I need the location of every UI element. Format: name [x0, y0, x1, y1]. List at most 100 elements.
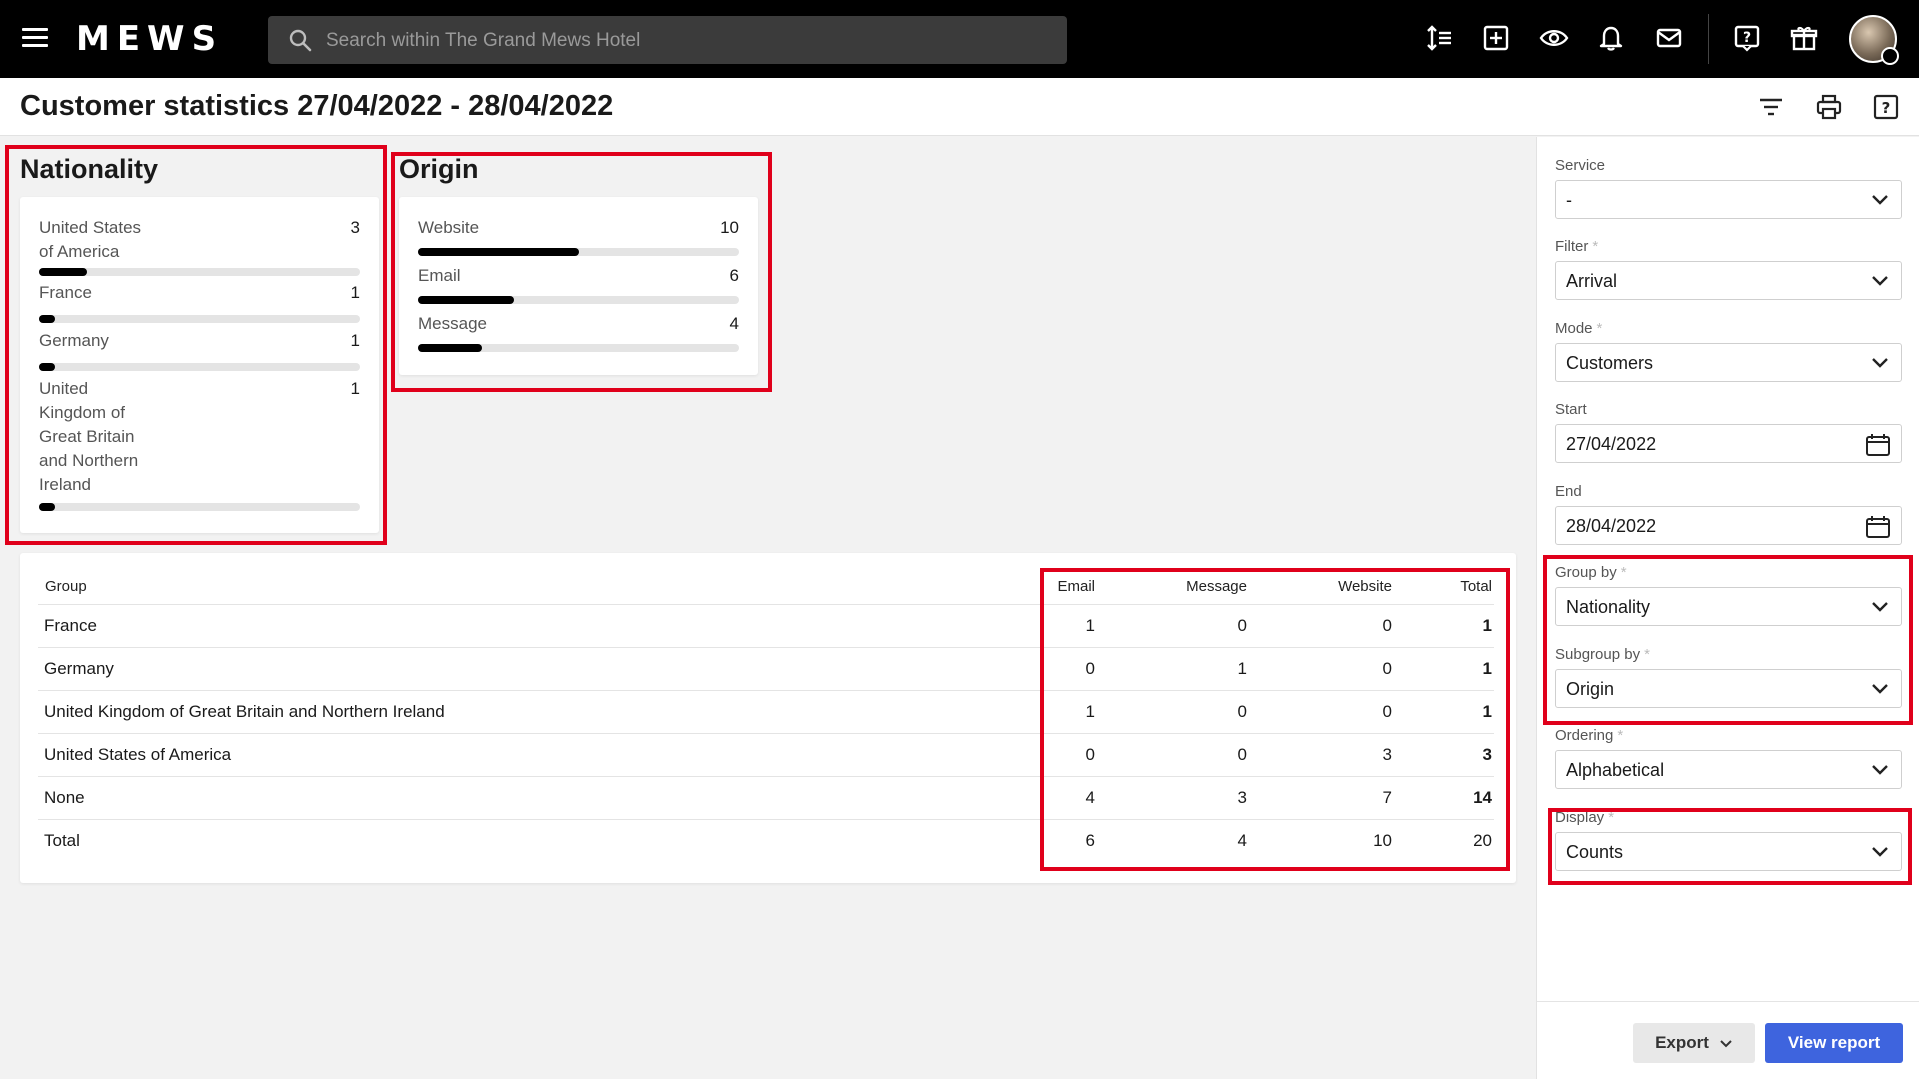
cell-group: United Kingdom of Great Britain and Nort… — [44, 702, 445, 721]
eye-icon[interactable] — [1538, 22, 1570, 54]
nationality-bar — [39, 315, 360, 323]
ordering-label: Ordering * — [1555, 727, 1624, 744]
origin-item: Message 4 — [418, 312, 739, 352]
nationality-label: United Kingdom of Great Britain and Nort… — [39, 379, 139, 494]
avatar[interactable] — [1849, 15, 1899, 65]
chevron-down-icon — [1720, 1040, 1732, 1048]
report-settings-panel: Service - Filter * Arrival Mode * Customer… — [1536, 137, 1919, 1079]
service-label: Service — [1555, 157, 1606, 174]
origin-label: Message — [418, 314, 487, 333]
cell-website: 0 — [1382, 702, 1392, 721]
cell-website: 0 — [1382, 659, 1392, 678]
chevron-down-icon — [1872, 684, 1888, 694]
column-header-website: Website — [1338, 578, 1392, 595]
mode-label: Mode * — [1555, 320, 1603, 337]
group-by-select[interactable]: Nationality — [1555, 587, 1902, 626]
origin-value: 10 — [720, 218, 739, 237]
table-row: United States of America 0 0 3 3 — [38, 733, 1494, 776]
origin-value: 6 — [729, 266, 739, 285]
menu-icon[interactable] — [22, 28, 48, 48]
nationality-title: Nationality — [20, 154, 159, 184]
origin-bar — [418, 248, 739, 256]
export-label: Export — [1655, 1033, 1709, 1052]
cell-group: Total — [44, 831, 80, 850]
cell-website: 7 — [1382, 788, 1392, 807]
chevron-down-icon — [1872, 847, 1888, 857]
cell-group: Germany — [44, 659, 114, 678]
cell-total: 1 — [1482, 616, 1492, 635]
nationality-item: Germany 1 — [39, 329, 360, 371]
table-row: France 1 0 0 1 — [38, 604, 1494, 647]
origin-label: Website — [418, 218, 480, 237]
origin-title: Origin — [399, 154, 479, 184]
nationality-bar — [39, 363, 360, 371]
gift-icon[interactable] — [1788, 22, 1820, 54]
chevron-down-icon — [1872, 276, 1888, 286]
origin-bar-fill — [418, 344, 483, 352]
page-title: Customer statistics 27/04/2022 - 28/04/2… — [20, 90, 614, 122]
sort-icon[interactable] — [1423, 22, 1455, 54]
cell-group: France — [44, 616, 97, 635]
calendar-icon[interactable] — [1865, 515, 1891, 539]
subgroup-by-select[interactable]: Origin — [1555, 669, 1902, 708]
chevron-down-icon — [1872, 765, 1888, 775]
end-date-input[interactable]: 28/04/2022 — [1555, 506, 1902, 545]
cell-message: 3 — [1237, 788, 1247, 807]
search-input[interactable]: Search within The Grand Mews Hotel — [268, 16, 1067, 64]
origin-item: Email 6 — [418, 264, 739, 304]
cell-total: 1 — [1482, 659, 1492, 678]
cell-email: 0 — [1085, 659, 1095, 678]
table-row: None 4 3 7 14 — [38, 776, 1494, 819]
cell-website: 10 — [1373, 831, 1392, 850]
cell-message: 4 — [1237, 831, 1247, 850]
nationality-bar-fill — [39, 315, 56, 323]
table-row: United Kingdom of Great Britain and Nort… — [38, 690, 1494, 733]
nationality-value: 1 — [350, 331, 360, 350]
cell-group: United States of America — [44, 745, 232, 764]
cell-email: 0 — [1085, 745, 1095, 764]
start-date-input[interactable]: 27/04/2022 — [1555, 424, 1902, 463]
help-box-icon[interactable]: ? — [1870, 91, 1902, 123]
nationality-label: Germany — [39, 331, 109, 350]
cell-group: None — [44, 788, 85, 807]
origin-bar-fill — [418, 296, 515, 304]
cell-total: 14 — [1473, 788, 1492, 807]
table-row: Germany 0 1 0 1 — [38, 647, 1494, 690]
calendar-icon[interactable] — [1865, 433, 1891, 457]
svg-text:?: ? — [1743, 30, 1751, 46]
view-report-button[interactable]: View report — [1765, 1023, 1903, 1063]
filter-select[interactable]: Arrival — [1555, 261, 1902, 300]
display-select[interactable]: Counts — [1555, 832, 1902, 871]
mail-icon[interactable] — [1653, 22, 1685, 54]
origin-bar-fill — [418, 248, 579, 256]
logo: MEWS — [76, 19, 224, 59]
help-icon[interactable]: ? — [1731, 22, 1763, 54]
filter-label: Filter * — [1555, 238, 1599, 255]
table-row: Total 6 4 10 20 — [38, 819, 1494, 862]
top-bar: MEWS Search within The Grand Mews Hotel … — [0, 0, 1919, 78]
nationality-bar-fill — [39, 268, 88, 276]
cell-email: 1 — [1085, 616, 1095, 635]
cell-website: 3 — [1382, 745, 1392, 764]
export-button[interactable]: Export — [1633, 1023, 1755, 1063]
add-box-icon[interactable] — [1480, 22, 1512, 54]
print-icon[interactable] — [1813, 91, 1845, 123]
cell-message: 1 — [1237, 659, 1247, 678]
service-select[interactable]: - — [1555, 180, 1902, 219]
ordering-select[interactable]: Alphabetical — [1555, 750, 1902, 789]
cell-total: 20 — [1473, 831, 1492, 850]
origin-bar — [418, 296, 739, 304]
nationality-bar — [39, 268, 360, 276]
origin-item: Website 10 — [418, 216, 739, 256]
group-by-label: Group by * — [1555, 564, 1627, 581]
nationality-item: United States of America 3 — [39, 216, 360, 276]
filter-icon[interactable] — [1755, 91, 1787, 123]
sidebar-footer: Export View report — [1537, 1001, 1919, 1079]
cell-email: 4 — [1085, 788, 1095, 807]
bell-icon[interactable] — [1595, 22, 1627, 54]
chevron-down-icon — [1872, 195, 1888, 205]
cell-message: 0 — [1237, 616, 1247, 635]
nationality-label: France — [39, 283, 92, 302]
column-header-total: Total — [1460, 578, 1492, 595]
mode-select[interactable]: Customers — [1555, 343, 1902, 382]
